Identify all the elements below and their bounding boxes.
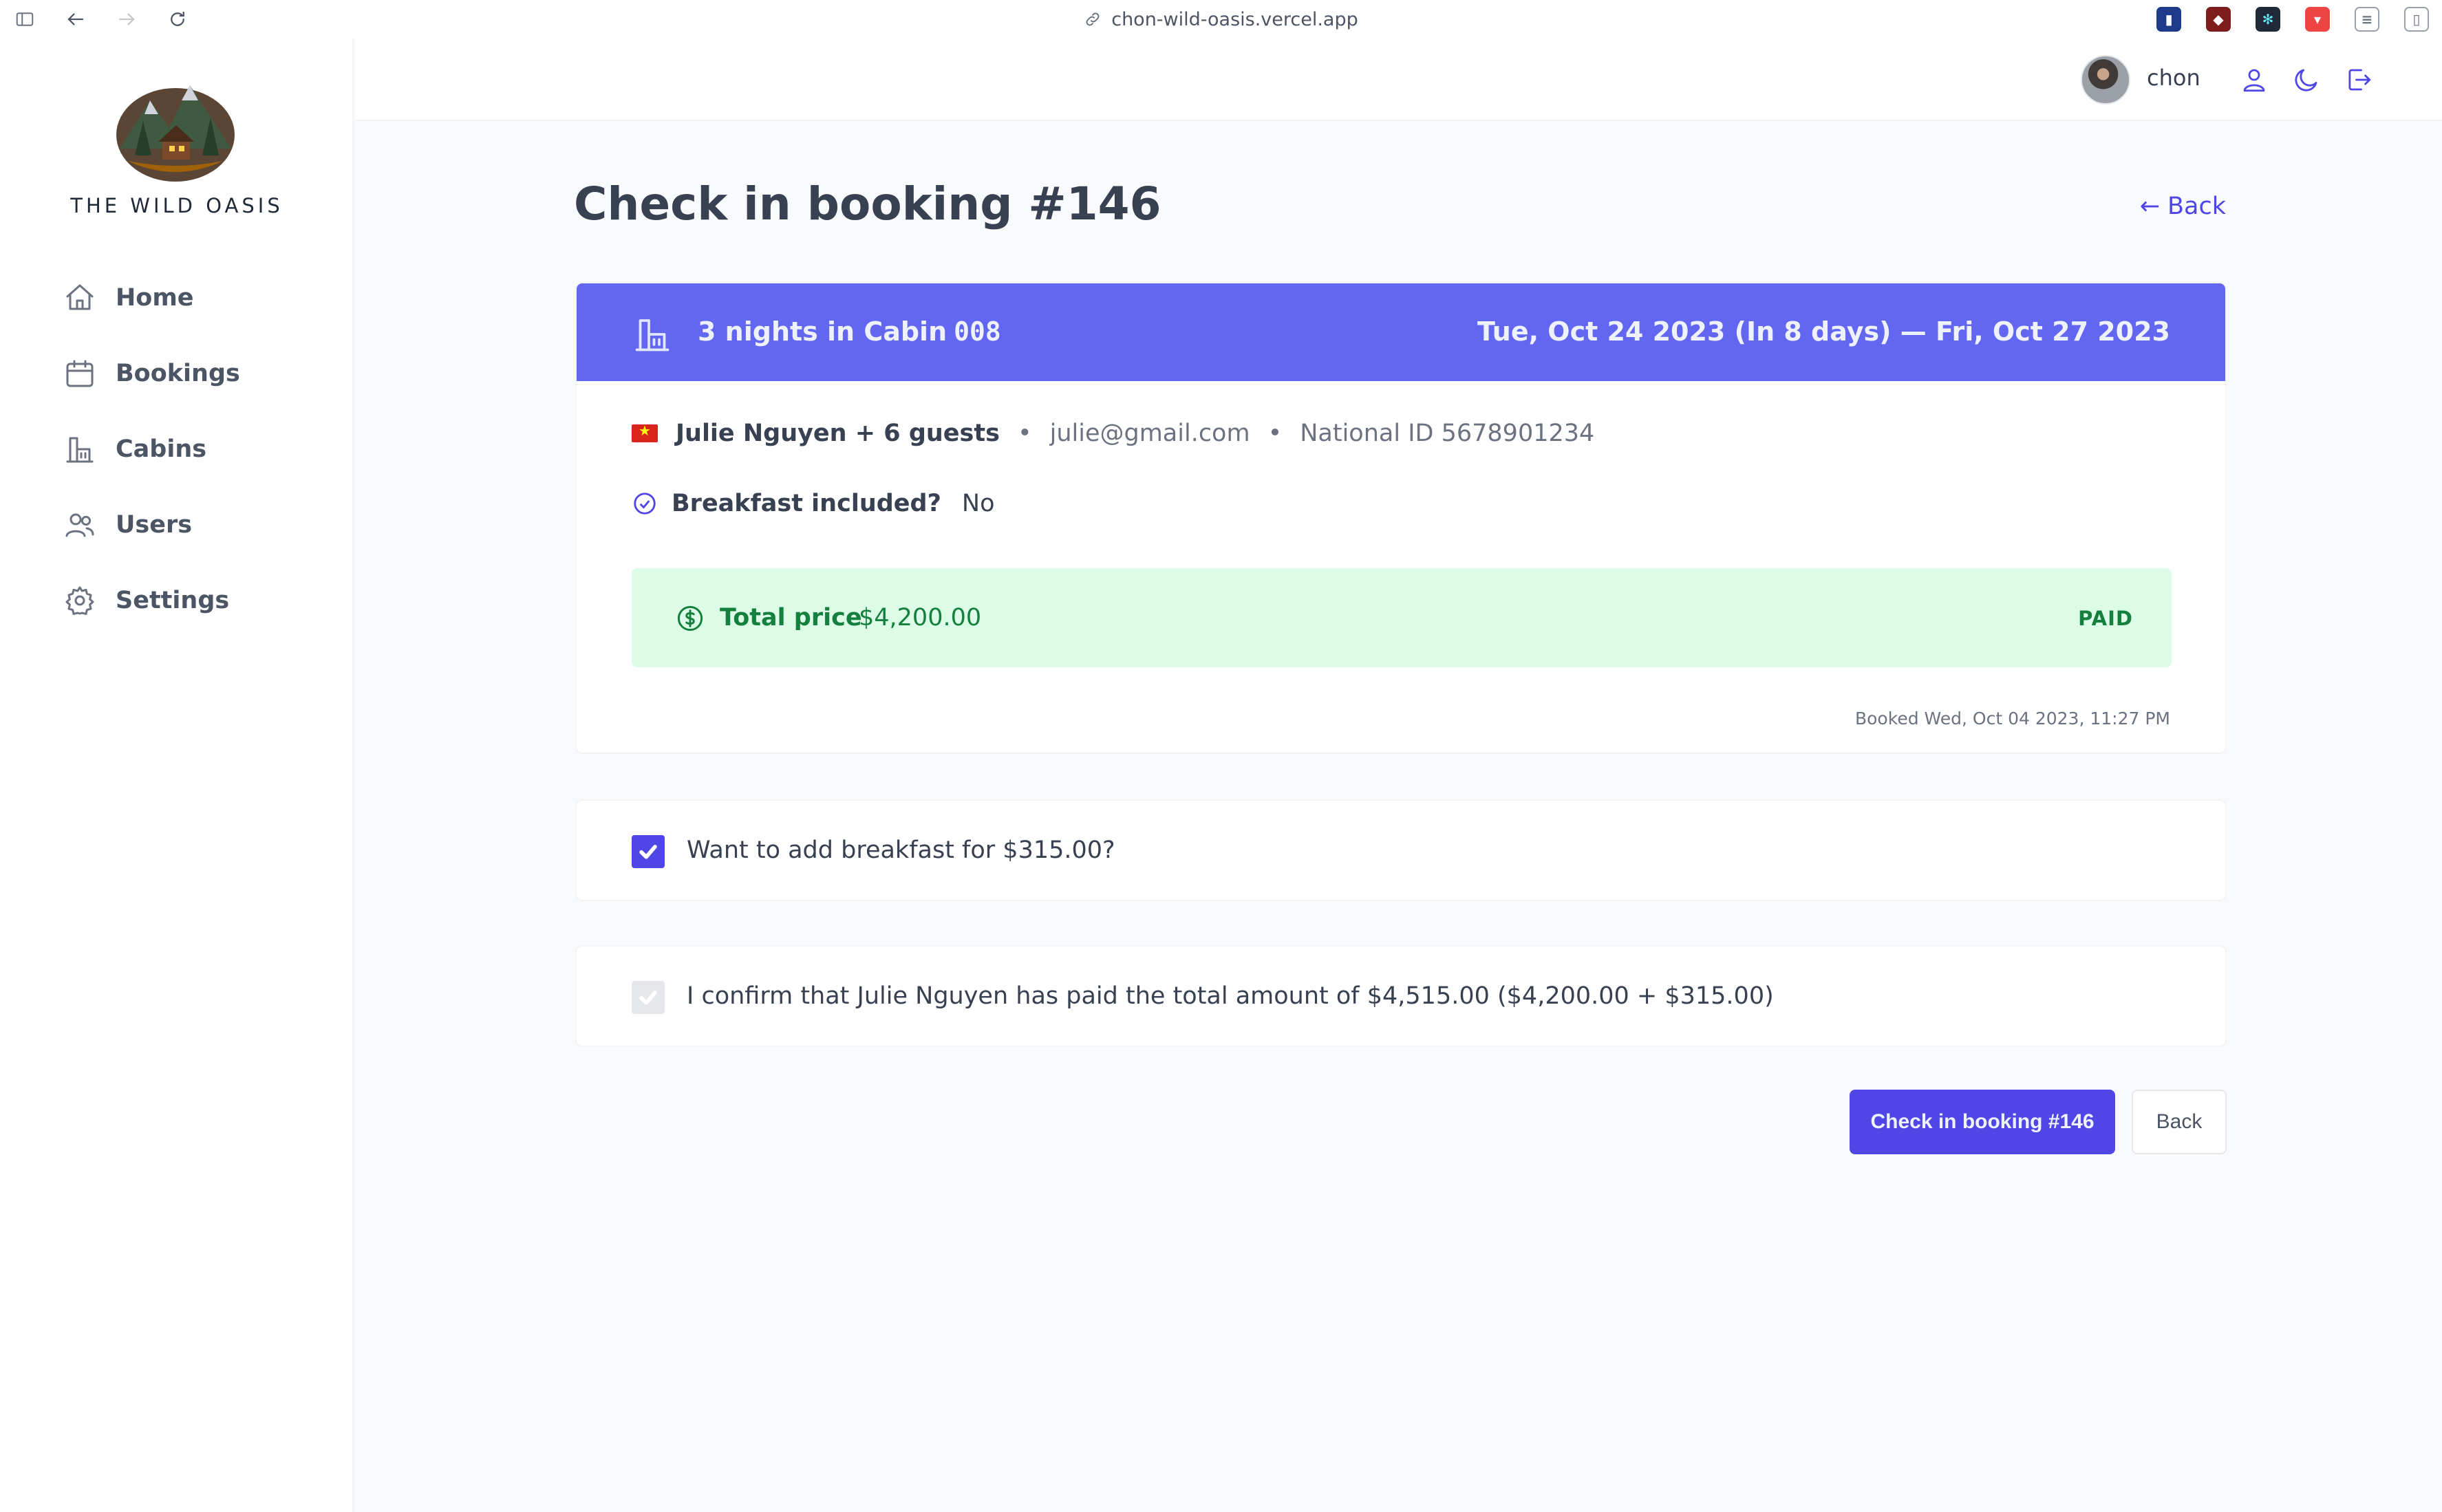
sidebar-item-label: Users — [116, 511, 193, 539]
booking-banner: 3 nights in Cabin 008 Tue, Oct 24 2023 (I… — [577, 283, 2225, 381]
users-icon — [65, 513, 94, 537]
add-breakfast-label: Want to add breakfast for $315.00? — [687, 836, 1115, 864]
split-view-icon[interactable]: ▯ — [2404, 7, 2429, 32]
check-circle-icon — [634, 493, 656, 515]
sidebar-item-label: Cabins — [116, 435, 207, 463]
booking-details-card: 3 nights in Cabin 008 Tue, Oct 24 2023 (I… — [575, 282, 2227, 754]
ublock-extension-icon[interactable]: ◆ — [2206, 7, 2231, 32]
dollar-circle-icon — [677, 605, 703, 631]
breakfast-info: Breakfast included? No — [632, 490, 995, 517]
checkmark-icon — [639, 991, 657, 1005]
confirm-payment-box: I confirm that Julie Nguyen has paid the… — [575, 945, 2227, 1047]
gear-icon — [65, 586, 94, 615]
calendar-icon — [66, 360, 94, 387]
address-bar[interactable]: chon-wild-oasis.vercel.app — [0, 6, 2442, 33]
checkmark-icon — [639, 845, 657, 859]
moon-icon — [2295, 69, 2317, 91]
dark-mode-button[interactable] — [2289, 62, 2324, 98]
user-icon — [2243, 69, 2265, 92]
guest-info: Julie Nguyen + 6 guests • julie@gmail.co… — [632, 420, 1594, 447]
sidebar: THE WILD OASIS Home Bookings Cabins User… — [0, 39, 354, 1512]
extensions-icon[interactable]: ≡ — [2355, 7, 2379, 32]
sidebar-item-bookings[interactable]: Bookings — [44, 336, 333, 411]
separator-dot: • — [1017, 420, 1032, 447]
booking-dates: Tue, Oct 24 2023 (In 8 days) — Fri, Oct … — [1477, 316, 2170, 347]
brand-name: THE WILD OASIS — [70, 194, 283, 217]
home-icon — [66, 284, 94, 310]
app-header: chon — [355, 39, 2442, 121]
back-link[interactable]: ← Back — [2140, 193, 2226, 220]
back-button[interactable]: Back — [2132, 1090, 2227, 1154]
page-title: Check in booking #146 — [574, 177, 1161, 230]
separator-dot: • — [1267, 420, 1283, 447]
check-in-button[interactable]: Check in booking #146 — [1850, 1090, 2115, 1154]
nights-summary: 3 nights in Cabin 008 — [698, 316, 1001, 347]
shield-extension-icon[interactable]: ▾ — [2305, 7, 2330, 32]
account-button[interactable] — [2236, 62, 2272, 98]
sidebar-item-home[interactable]: Home — [44, 260, 333, 336]
nights-text: 3 nights in Cabin — [698, 316, 947, 347]
url-text: chon-wild-oasis.vercel.app — [1111, 8, 1358, 30]
guest-email: julie@gmail.com — [1049, 420, 1250, 447]
vietnam-flag-icon — [632, 422, 658, 442]
logout-button[interactable] — [2341, 62, 2377, 98]
add-breakfast-box: Want to add breakfast for $315.00? — [575, 799, 2227, 901]
sidebar-item-settings[interactable]: Settings — [44, 563, 333, 638]
price-summary: Total price $4,200.00 PAID — [632, 568, 2172, 667]
confirm-payment-checkbox[interactable] — [632, 981, 665, 1014]
cabin-code: 008 — [954, 316, 1001, 347]
sidebar-item-cabins[interactable]: Cabins — [44, 411, 333, 487]
total-price-label: Total price — [720, 604, 862, 631]
sidebar-item-users[interactable]: Users — [44, 487, 333, 563]
breakfast-label: Breakfast included? — [672, 490, 941, 517]
sidebar-item-label: Bookings — [116, 360, 240, 387]
react-devtools-extension-icon[interactable]: ✻ — [2256, 7, 2280, 32]
add-breakfast-checkbox[interactable] — [632, 835, 665, 868]
logo[interactable] — [114, 80, 237, 183]
avatar[interactable] — [2081, 55, 2130, 105]
sidebar-item-label: Home — [116, 284, 194, 312]
guest-name: Julie Nguyen + 6 guests — [676, 420, 1000, 447]
logout-icon — [2348, 69, 2371, 91]
main-nav: Home Bookings Cabins Users Settings — [44, 260, 333, 638]
guest-national-id: National ID 5678901234 — [1300, 420, 1595, 447]
confirm-payment-label: I confirm that Julie Nguyen has paid the… — [687, 982, 1774, 1010]
status-badge: PAID — [2078, 607, 2133, 630]
link-icon — [1086, 12, 1100, 26]
total-price-value: $4,200.00 — [859, 604, 982, 631]
bitwarden-extension-icon[interactable]: ▮ — [2156, 7, 2181, 32]
breakfast-value: No — [961, 490, 995, 517]
booked-timestamp: Booked Wed, Oct 04 2023, 11:27 PM — [1854, 709, 2170, 728]
sidebar-item-label: Settings — [116, 587, 230, 614]
cabin-icon — [632, 314, 673, 355]
username: chon — [2147, 65, 2200, 91]
cabin-icon — [66, 437, 94, 463]
browser-toolbar: chon-wild-oasis.vercel.app ▮ ◆ ✻ ▾ ≡ ▯ — [0, 0, 2442, 39]
